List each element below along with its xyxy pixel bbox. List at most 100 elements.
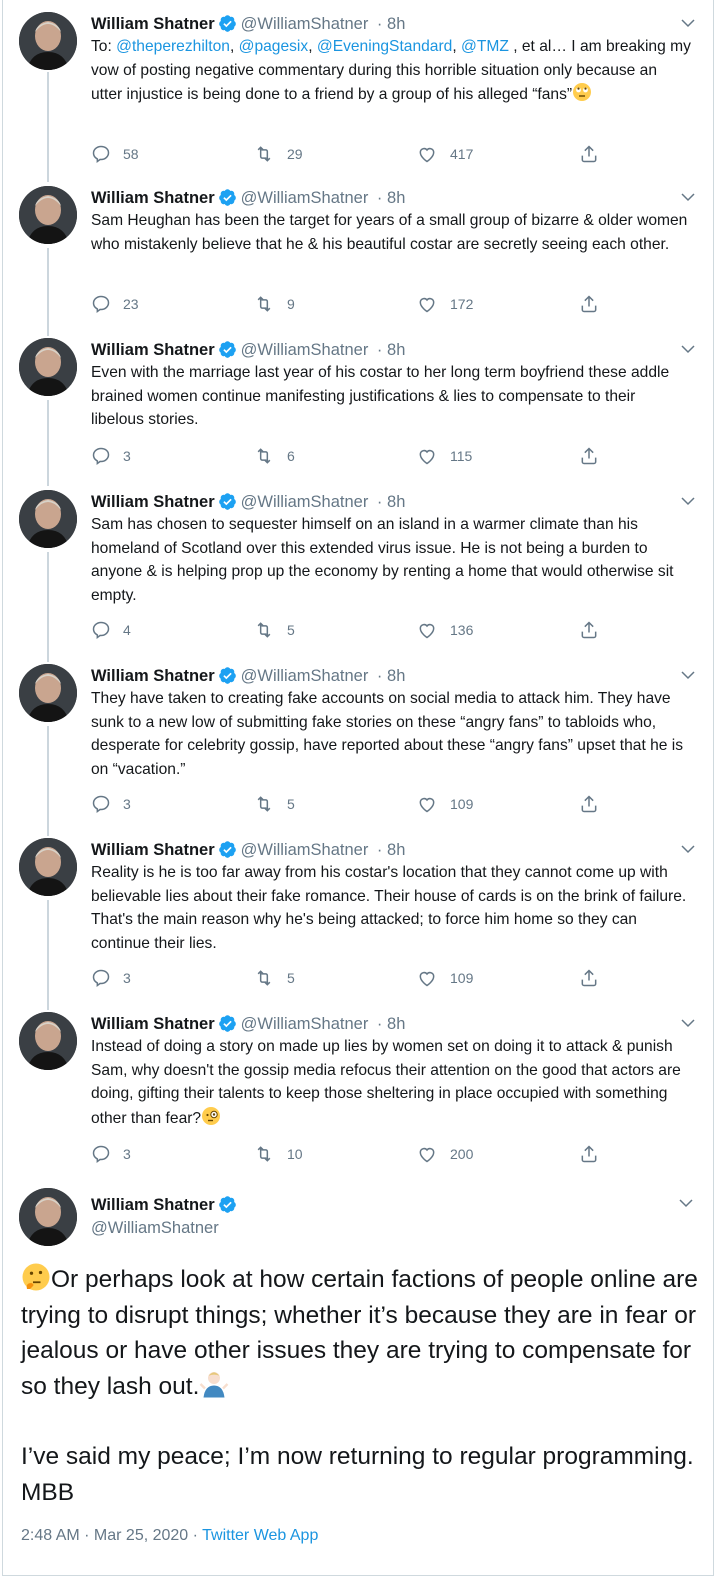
retweet-icon: [257, 796, 271, 812]
author-name[interactable]: William Shatner: [91, 493, 215, 511]
tweet-time[interactable]: 8h: [387, 341, 405, 359]
share-icon: [581, 1145, 597, 1163]
author-name[interactable]: William Shatner: [91, 341, 215, 359]
chevron-down-icon[interactable]: [679, 840, 697, 858]
chevron-down-icon[interactable]: [677, 1194, 695, 1212]
avatar[interactable]: [19, 186, 77, 244]
avatar[interactable]: [19, 338, 77, 396]
author-handle[interactable]: @WilliamShatner: [241, 667, 369, 685]
share-button[interactable]: [579, 142, 599, 166]
share-button[interactable]: [579, 1142, 599, 1166]
tweet-text: To: @theperezhilton, @pagesix, @EveningS…: [91, 38, 691, 103]
author-handle[interactable]: @WilliamShatner: [241, 1015, 369, 1033]
avatar[interactable]: [19, 490, 77, 548]
like-button[interactable]: 115: [416, 444, 472, 468]
share-button[interactable]: [579, 444, 599, 468]
thread-line: [47, 726, 49, 836]
mention-link[interactable]: @theperezhilton: [116, 38, 230, 55]
tweet-time[interactable]: 8h: [387, 1015, 405, 1033]
tweet-time[interactable]: 8h: [387, 493, 405, 511]
reply-button[interactable]: 58: [91, 142, 139, 166]
avatar[interactable]: [19, 664, 77, 722]
avatar[interactable]: [19, 1012, 77, 1070]
author-handle[interactable]: @WilliamShatner: [241, 15, 369, 33]
author-handle[interactable]: @WilliamShatner: [241, 841, 369, 859]
like-button[interactable]: 109: [416, 792, 473, 816]
share-button[interactable]: [579, 792, 599, 816]
retweet-button[interactable]: 5: [253, 618, 295, 642]
reply-button[interactable]: 3: [91, 792, 131, 816]
author-name[interactable]: William Shatner: [91, 1196, 215, 1214]
share-button[interactable]: [579, 966, 599, 990]
retweet-button[interactable]: 10: [253, 1142, 303, 1166]
thread-line: [47, 400, 49, 486]
share-button[interactable]: [579, 618, 599, 642]
chevron-down-icon[interactable]: [679, 14, 697, 32]
tweet-time[interactable]: 8h: [387, 841, 405, 859]
thread-line: [47, 900, 49, 1010]
like-button[interactable]: 172: [416, 292, 473, 316]
reply-button[interactable]: 4: [91, 618, 131, 642]
reply-button[interactable]: 3: [91, 1142, 131, 1166]
author-name[interactable]: William Shatner: [91, 189, 215, 207]
avatar[interactable]: [19, 1188, 77, 1246]
author-name[interactable]: William Shatner: [91, 667, 215, 685]
reply-button[interactable]: 23: [91, 292, 139, 316]
retweet-icon: [257, 970, 271, 986]
mention-link[interactable]: @EveningStandard: [317, 38, 452, 55]
chevron-down-icon[interactable]: [679, 188, 697, 206]
retweet-button[interactable]: 5: [253, 792, 295, 816]
retweet-button[interactable]: 9: [253, 292, 295, 316]
share-icon: [581, 145, 597, 163]
heart-icon: [419, 147, 435, 163]
reply-icon: [92, 1145, 110, 1163]
reply-button[interactable]: 3: [91, 966, 131, 990]
author-handle[interactable]: @WilliamShatner: [91, 1217, 219, 1239]
tweet-actions: 3 6 115: [91, 444, 611, 468]
mention-link[interactable]: @pagesix: [239, 38, 309, 55]
tweet-timestamp[interactable]: 2:48 AM · Mar 25, 2020 ·: [21, 1527, 202, 1544]
verified-badge-icon: [218, 189, 236, 206]
share-icon: [581, 969, 597, 987]
tweet-time[interactable]: 8h: [387, 667, 405, 685]
author-handle[interactable]: @WilliamShatner: [241, 189, 369, 207]
retweet-button[interactable]: 6: [253, 444, 295, 468]
retweet-icon: [257, 296, 271, 312]
author-handle[interactable]: @WilliamShatner: [241, 493, 369, 511]
like-button[interactable]: 136: [416, 618, 473, 642]
author-name[interactable]: William Shatner: [91, 15, 215, 33]
reply-button[interactable]: 3: [91, 444, 131, 468]
face-with-rolling-eyes-icon: [573, 83, 592, 101]
verified-badge-icon: [218, 493, 236, 510]
avatar[interactable]: [19, 838, 77, 896]
verified-badge-icon: [218, 1015, 236, 1032]
retweet-button[interactable]: 5: [253, 966, 295, 990]
mention-link[interactable]: @TMZ: [461, 38, 509, 55]
like-button[interactable]: 417: [416, 142, 473, 166]
reply-icon: [92, 795, 110, 813]
retweet-icon: [257, 622, 271, 638]
tweet-actions: 23 9 172: [91, 292, 611, 316]
tweet-source-link[interactable]: Twitter Web App: [202, 1527, 318, 1544]
tweet-text: Even with the marriage last year of his …: [91, 364, 670, 428]
heart-icon: [419, 297, 435, 313]
tweet-text: Instead of doing a story on made up lies…: [91, 1038, 681, 1127]
tweet-time[interactable]: 8h: [387, 189, 405, 207]
share-button[interactable]: [579, 292, 599, 316]
tweet-time[interactable]: 8h: [387, 15, 405, 33]
retweet-button[interactable]: 29: [253, 142, 303, 166]
face-with-monocle-icon: [202, 1106, 221, 1125]
like-button[interactable]: 109: [416, 966, 473, 990]
chevron-down-icon[interactable]: [679, 1014, 697, 1032]
heart-icon: [419, 623, 435, 639]
author-handle[interactable]: @WilliamShatner: [241, 341, 369, 359]
chevron-down-icon[interactable]: [679, 666, 697, 684]
chevron-down-icon[interactable]: [679, 340, 697, 358]
author-name[interactable]: William Shatner: [91, 841, 215, 859]
reply-icon: [92, 621, 110, 639]
share-icon: [581, 621, 597, 639]
author-name[interactable]: William Shatner: [91, 1015, 215, 1033]
chevron-down-icon[interactable]: [679, 492, 697, 510]
avatar[interactable]: [19, 12, 77, 70]
like-button[interactable]: 200: [416, 1142, 473, 1166]
